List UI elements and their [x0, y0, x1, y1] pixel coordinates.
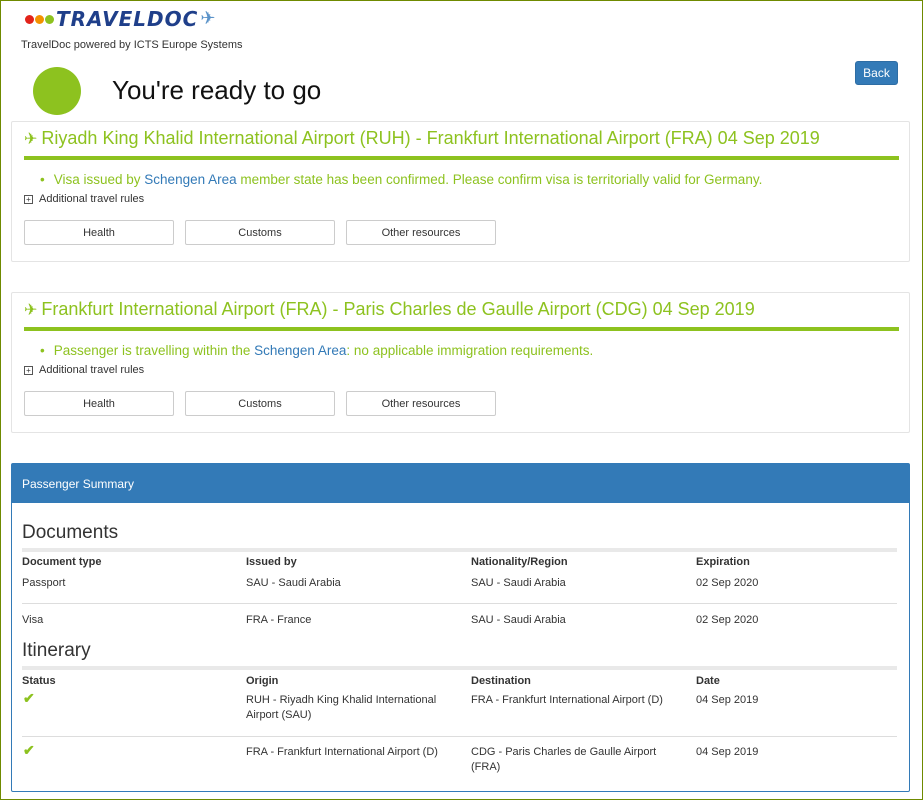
- col-header: Document type: [22, 556, 102, 568]
- message-text: Visa issued by: [53, 172, 145, 187]
- passenger-summary-panel: Passenger Summary Documents Document typ…: [11, 463, 910, 792]
- schengen-area-link[interactable]: Schengen Area: [254, 343, 346, 358]
- message-text-end: : no applicable immigration requirements…: [346, 343, 594, 358]
- other-resources-button[interactable]: Other resources: [346, 391, 496, 416]
- leg-panel-2: ✈ Frankfurt International Airport (FRA) …: [11, 292, 910, 433]
- col-header: Expiration: [696, 556, 750, 568]
- leg-title: ✈ Riyadh King Khalid International Airpo…: [24, 128, 820, 149]
- leg-title: ✈ Frankfurt International Airport (FRA) …: [24, 299, 755, 320]
- message-text: Passenger is travelling within the: [53, 343, 255, 358]
- section-divider: [22, 548, 897, 552]
- date-cell: 04 Sep 2019: [696, 746, 759, 758]
- expand-plus-icon: +: [24, 194, 33, 204]
- message-text-end: member state has been confirmed. Please …: [236, 172, 763, 187]
- logo-plane-icon: ✈: [200, 7, 216, 28]
- leg-divider: [24, 327, 899, 331]
- bullet-icon: •: [40, 343, 45, 358]
- traveldoc-logo[interactable]: TRAVELDOC ✈: [25, 5, 215, 33]
- doc-type-cell: Visa: [22, 614, 44, 626]
- col-header: Date: [696, 675, 720, 687]
- col-header: Origin: [246, 675, 279, 687]
- summary-header: Passenger Summary: [12, 464, 909, 503]
- customs-button[interactable]: Customs: [185, 391, 335, 416]
- back-button[interactable]: Back: [855, 61, 898, 85]
- other-resources-button[interactable]: Other resources: [346, 220, 496, 245]
- leg-title-text: Frankfurt International Airport (FRA) - …: [41, 299, 755, 319]
- destination-cell: CDG - Paris Charles de Gaulle Airport (F…: [471, 746, 657, 773]
- origin-cell: RUH - Riyadh King Khalid International A…: [246, 694, 437, 721]
- check-icon: ✔: [23, 742, 35, 758]
- logo-text: TRAVELDOC: [56, 7, 199, 31]
- health-button[interactable]: Health: [24, 220, 174, 245]
- section-divider: [22, 666, 897, 670]
- itinerary-title: Itinerary: [22, 640, 91, 661]
- row-divider: [22, 603, 897, 604]
- nationality-cell: SAU - Saudi Arabia: [471, 577, 566, 589]
- col-header: Nationality/Region: [471, 556, 568, 568]
- date-cell: 04 Sep 2019: [696, 694, 759, 706]
- status-circle-icon: [33, 67, 81, 115]
- bullet-icon: •: [40, 172, 45, 187]
- destination-cell: FRA - Frankfurt International Airport (D…: [471, 694, 663, 706]
- page-title: You're ready to go: [112, 75, 322, 105]
- leg-message: • Visa issued by Schengen Area member sta…: [40, 172, 762, 187]
- expand-plus-icon: +: [24, 365, 33, 375]
- doc-type-cell: Passport: [22, 577, 66, 589]
- rules-label: Additional travel rules: [39, 364, 145, 376]
- row-divider: [22, 736, 897, 737]
- check-icon: ✔: [23, 690, 35, 706]
- logo-dots-icon: [25, 14, 54, 24]
- plane-icon: ✈: [24, 301, 38, 319]
- rules-label: Additional travel rules: [39, 193, 145, 205]
- additional-rules-toggle[interactable]: + Additional travel rules: [24, 193, 144, 205]
- plane-icon: ✈: [24, 130, 38, 148]
- app-header: TRAVELDOC ✈ TravelDoc powered by ICTS Eu…: [1, 1, 922, 61]
- issued-by-cell: FRA - France: [246, 614, 312, 626]
- tagline: TravelDoc powered by ICTS Europe Systems: [21, 39, 243, 51]
- expiration-cell: 02 Sep 2020: [696, 614, 759, 626]
- documents-title: Documents: [22, 522, 119, 543]
- health-button[interactable]: Health: [24, 391, 174, 416]
- origin-cell: FRA - Frankfurt International Airport (D…: [246, 746, 438, 758]
- col-header: Destination: [471, 675, 531, 687]
- nationality-cell: SAU - Saudi Arabia: [471, 614, 566, 626]
- col-header: Status: [22, 675, 56, 687]
- schengen-area-link[interactable]: Schengen Area: [144, 172, 236, 187]
- expiration-cell: 02 Sep 2020: [696, 577, 759, 589]
- col-header: Issued by: [246, 556, 297, 568]
- leg-panel-1: ✈ Riyadh King Khalid International Airpo…: [11, 121, 910, 262]
- additional-rules-toggle[interactable]: + Additional travel rules: [24, 364, 144, 376]
- leg-title-text: Riyadh King Khalid International Airport…: [41, 128, 820, 148]
- customs-button[interactable]: Customs: [185, 220, 335, 245]
- leg-divider: [24, 156, 899, 160]
- issued-by-cell: SAU - Saudi Arabia: [246, 577, 341, 589]
- leg-message: • Passenger is travelling within the Sche…: [40, 343, 593, 358]
